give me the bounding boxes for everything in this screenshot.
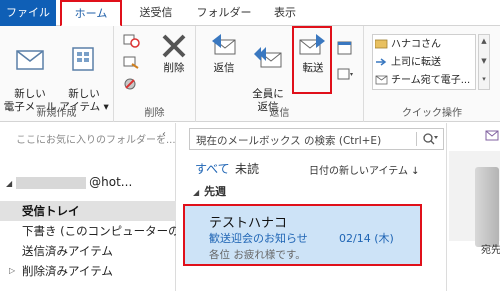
reading-to-label: 宛先 [481,245,500,256]
folder-inbox-label: 受信トレイ [22,204,80,218]
quick-step-team-email-label: チーム宛て電子... [391,75,471,86]
new-mail-icon [16,50,44,70]
reply-all-icon [254,47,282,68]
reading-pane: 宛先 [446,123,500,291]
delete-button[interactable]: 削除 [156,32,192,75]
team-mail-icon [375,75,388,85]
ignore-icon[interactable] [122,32,140,48]
filter-unread[interactable]: 未読 [235,160,259,177]
search-divider [416,132,417,146]
message-preview: 各位 お疲れ様です。 [209,249,306,261]
search-input[interactable]: 現在のメールボックス の検索 (Ctrl+E) [196,133,381,148]
folder-deleted-label: 削除済みアイテム [22,264,113,278]
ribbon-group-new: 新しい 電子メール 新しい アイテム ▾ 新規作成 [0,26,114,122]
ribbon: 新しい 電子メール 新しい アイテム ▾ 新規作成 削除 削除 返信 全員に 返… [0,26,500,122]
folder-inbox[interactable]: 受信トレイ [0,201,176,221]
new-item-icon [72,47,94,71]
collapse-favorites-icon[interactable]: ‹ [162,129,166,140]
reply-label: 返信 [213,62,235,74]
folder-drafts[interactable]: 下書き (このコンピューターのみ) [0,221,176,241]
ribbon-group-respond: 返信 全員に 返信 転送 返信 [196,26,364,122]
reading-envelope-icon [485,130,499,141]
new-email-button[interactable]: 新しい 電子メール [2,32,58,114]
forward-highlight [292,26,332,94]
move-folder-icon [375,39,388,49]
respond-group-label: 返信 [269,108,290,119]
more-respond-icon[interactable] [336,66,354,82]
quick-steps-scroll[interactable]: ▲ ▼ ▾ [478,34,490,90]
tab-home[interactable]: ホーム [60,0,122,27]
search-scope-icon[interactable] [422,132,438,146]
filter-all[interactable]: すべて [195,160,230,177]
quick-step-forward-manager[interactable]: 上司に転送 [375,54,441,71]
collapse-group-icon[interactable]: ◢ [193,188,199,197]
message-date: 02/14 (木) [339,232,394,245]
message-subject: 歓送迎会のお知らせ [209,232,308,245]
delete-x-icon [162,34,186,58]
tab-view[interactable]: 表示 [264,0,306,26]
redacted-email [16,176,87,189]
quick-step-hanako[interactable]: ハナコさん [375,36,441,53]
forward-arrow-icon [376,58,387,66]
junk-icon[interactable] [122,76,140,92]
expand-gallery-icon[interactable]: ▾ [480,75,488,84]
account-header[interactable]: ◢ @hot... [6,175,132,189]
meeting-icon[interactable] [336,40,354,56]
date-group-label: 先週 [204,185,227,198]
date-group-header[interactable]: ◢ 先週 [193,183,226,199]
folder-deleted[interactable]: ▷ 削除済みアイテム [0,261,176,281]
message-list: 現在のメールボックス の検索 (Ctrl+E) すべて 未読 日付の新しいアイテ… [177,123,445,291]
quick-step-forward-manager-label: 上司に転送 [391,57,441,68]
delete-group-label: 削除 [144,108,165,119]
sender-photo [475,167,499,247]
ribbon-group-delete: 削除 削除 [114,26,196,122]
favorites-hint: ここにお気に入りのフォルダーを... [16,135,176,146]
expand-account-icon[interactable]: ◢ [6,179,12,188]
cleanup-icon[interactable] [122,54,140,70]
tab-send-receive[interactable]: 送受信 [128,0,184,26]
folder-sent-label: 送信済みアイテム [22,244,113,258]
search-box[interactable]: 現在のメールボックス の検索 (Ctrl+E) [189,128,444,150]
tab-file[interactable]: ファイル [0,0,56,26]
ribbon-tab-bar: ファイル ホーム 送受信 フォルダー 表示 [0,0,500,27]
scroll-down-icon[interactable]: ▼ [480,57,488,66]
sort-by-date[interactable]: 日付の新しいアイテム ↓ [309,162,420,177]
quick-step-team-email[interactable]: チーム宛て電子... [375,72,470,89]
message-item[interactable]: テストハナコ 歓送迎会のお知らせ 02/14 (木) 各位 お疲れ様です。 [183,204,422,266]
folder-sent[interactable]: 送信済みアイテム [0,241,176,261]
quick-step-hanako-label: ハナコさん [391,39,441,50]
account-suffix: @hot... [89,175,133,189]
reply-button[interactable]: 返信 [204,32,244,75]
message-sender: テストハナコ [209,216,288,231]
reply-all-button[interactable]: 全員に 返信 [246,32,290,114]
scroll-up-icon[interactable]: ▲ [480,37,488,46]
quick-steps-group-label: クイック操作 [402,108,462,119]
reply-icon [212,34,236,55]
folder-drafts-label: 下書き (このコンピューターのみ) [22,224,176,238]
folder-pane: ここにお気に入りのフォルダーを... ‹ ◢ @hot... 受信トレイ 下書き … [0,123,176,291]
delete-label: 削除 [163,62,185,74]
quick-steps-gallery: ハナコさん 上司に転送 チーム宛て電子... [372,34,476,90]
new-group-label: 新規作成 [36,108,77,119]
new-item-button[interactable]: 新しい アイテム ▾ [58,32,110,114]
tab-folder[interactable]: フォルダー [194,0,254,26]
expand-deleted-icon[interactable]: ▷ [9,261,15,281]
